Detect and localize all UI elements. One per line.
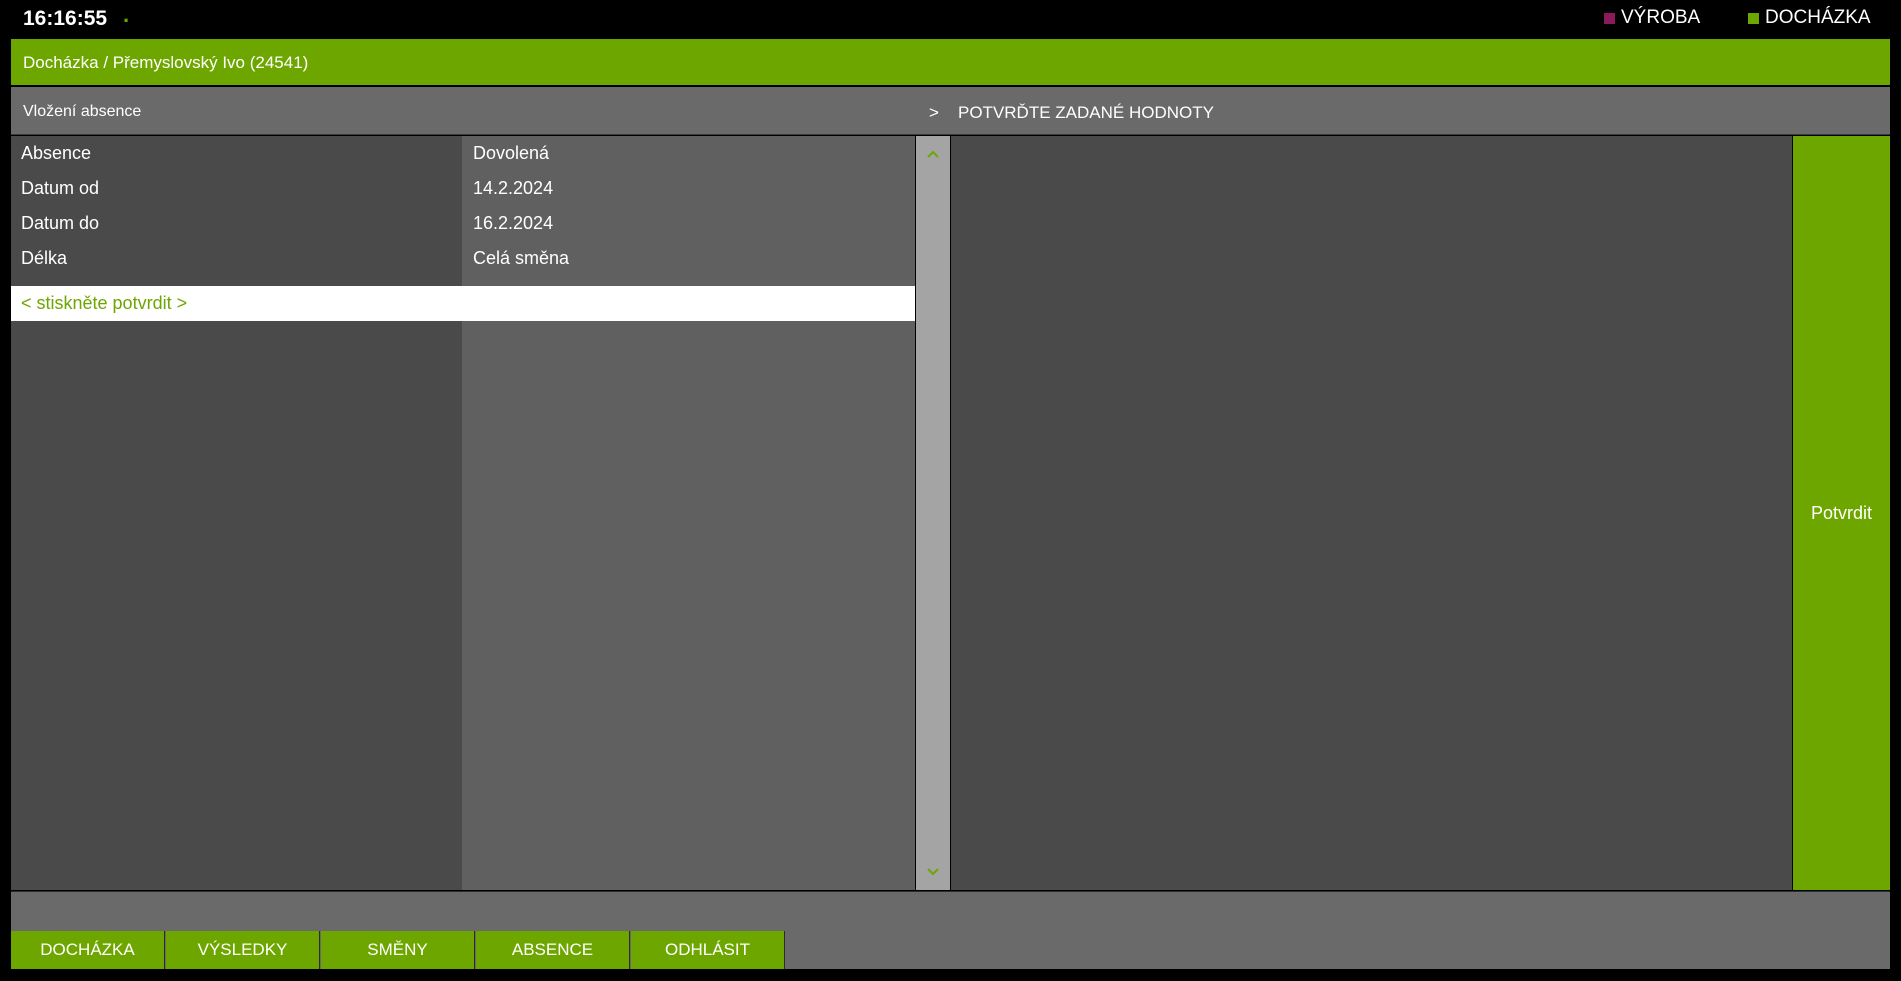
chevron-up-icon[interactable] (925, 146, 941, 162)
detail-panel (951, 136, 1792, 890)
nav-dochazka[interactable]: DOCHÁZKA (11, 931, 165, 969)
top-bar: 16:16:55 . VÝROBA DOCHÁZKA (0, 0, 1901, 38)
form-value: 14.2.2024 (473, 178, 554, 198)
status-dot: . (123, 2, 130, 27)
form-value: Dovolená (473, 143, 550, 163)
form-row-confirm-prompt[interactable]: < stiskněte potvrdit > (11, 286, 915, 321)
mode-vyroba-label: VÝROBA (1621, 7, 1701, 28)
chevron-down-icon[interactable] (925, 864, 941, 880)
bottom-nav: DOCHÁZKA VÝSLEDKY SMĚNY ABSENCE ODHLÁSIT (11, 931, 1890, 969)
mode-vyroba[interactable]: VÝROBA (1604, 7, 1700, 29)
clock: 16:16:55 (23, 7, 108, 30)
confirm-button[interactable]: Potvrdit (1793, 136, 1890, 890)
nav-odhlasit[interactable]: ODHLÁSIT (631, 931, 785, 969)
section-header: Vložení absence > POTVRĎTE ZADANÉ HODNOT… (11, 87, 1890, 135)
confirm-prompt-label: < stiskněte potvrdit > (21, 293, 188, 313)
prompt-arrow: > (929, 103, 939, 122)
nav-vysledky[interactable]: VÝSLEDKY (166, 931, 320, 969)
breadcrumb-text: Docházka / Přemyslovský Ivo (24541) (23, 53, 309, 72)
confirm-button-label: Potvrdit (1810, 502, 1873, 523)
absence-form: Absence Dovolená Datum od 14.2.2024 Datu… (11, 136, 915, 890)
form-row-datum-od[interactable]: Datum od 14.2.2024 (11, 171, 915, 206)
breadcrumb: Docházka / Přemyslovský Ivo (24541) (11, 39, 1890, 85)
section-prompt: POTVRĎTE ZADANÉ HODNOTY (958, 103, 1214, 122)
form-value: Celá směna (473, 248, 570, 268)
form-row-datum-do[interactable]: Datum do 16.2.2024 (11, 206, 915, 241)
square-icon (1604, 12, 1615, 24)
square-icon (1748, 12, 1759, 24)
mode-dochazka-label: DOCHÁZKA (1765, 7, 1871, 28)
status-strip (11, 891, 1890, 931)
form-row-delka[interactable]: Délka Celá směna (11, 241, 915, 276)
nav-absence[interactable]: ABSENCE (476, 931, 630, 969)
scrollbar[interactable] (916, 136, 950, 890)
form-value: 16.2.2024 (473, 213, 554, 233)
form-label: Datum do (21, 213, 100, 233)
form-label: Absence (21, 143, 92, 163)
form-label: Datum od (21, 178, 100, 198)
form-label: Délka (21, 248, 68, 268)
form-row-absence[interactable]: Absence Dovolená (11, 136, 915, 171)
nav-smeny[interactable]: SMĚNY (321, 931, 475, 969)
section-title: Vložení absence (23, 103, 142, 120)
mode-dochazka[interactable]: DOCHÁZKA (1748, 7, 1871, 29)
